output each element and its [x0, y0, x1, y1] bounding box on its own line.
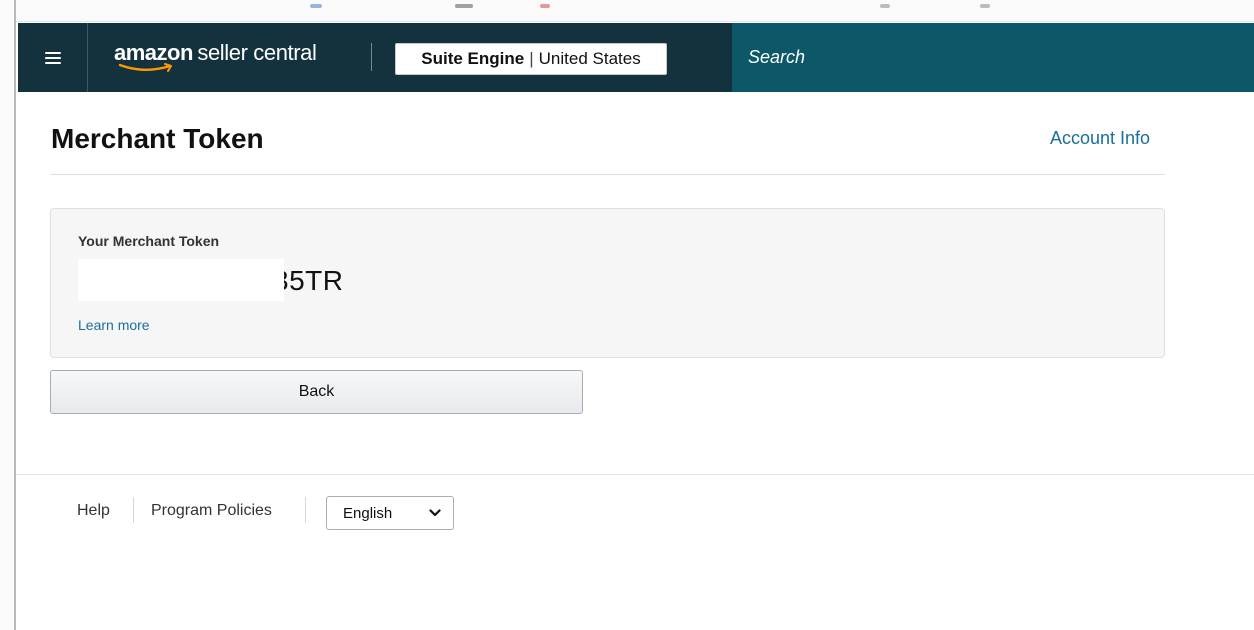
seller-central-window: amazon seller central Suite Engine | Uni… — [0, 0, 1254, 630]
amazon-smile-icon — [118, 63, 172, 72]
top-navigation-bar: amazon seller central Suite Engine | Uni… — [18, 23, 1254, 92]
language-select[interactable]: English — [326, 496, 454, 530]
page-title: Merchant Token — [51, 123, 264, 154]
merchant-token-label: Your Merchant Token — [78, 233, 220, 249]
marketplace-region: United States — [538, 49, 641, 68]
account-separator: | — [529, 49, 534, 68]
browser-bookmark-strip — [0, 0, 1254, 22]
account-switcher[interactable]: Suite Engine | United States — [395, 43, 667, 75]
account-info-link[interactable]: Account Info — [1050, 128, 1150, 149]
redaction-box — [78, 259, 284, 301]
footer-divider — [16, 474, 1254, 475]
logo-product-text: seller central — [197, 40, 317, 65]
program-policies-link[interactable]: Program Policies — [151, 502, 272, 520]
chevron-down-icon — [429, 509, 441, 517]
title-divider — [50, 174, 1165, 175]
store-name: Suite Engine — [421, 49, 525, 68]
learn-more-link[interactable]: Learn more — [78, 317, 150, 333]
search-input[interactable] — [748, 47, 1228, 68]
header-divider — [371, 43, 372, 71]
search-bar — [732, 23, 1254, 92]
amazon-seller-central-logo[interactable]: amazon seller central — [114, 40, 317, 76]
merchant-token-card: Your Merchant Token 35TR Learn more — [50, 208, 1165, 358]
hamburger-icon — [44, 51, 61, 64]
help-link[interactable]: Help — [77, 502, 110, 520]
footer-separator — [133, 497, 134, 523]
back-button[interactable]: Back — [50, 370, 583, 414]
footer-separator — [305, 497, 306, 523]
menu-button[interactable] — [18, 23, 88, 92]
language-selected-value: English — [343, 504, 393, 522]
logo-brand-text: amazon — [114, 40, 193, 65]
background-window-edge — [0, 0, 16, 630]
